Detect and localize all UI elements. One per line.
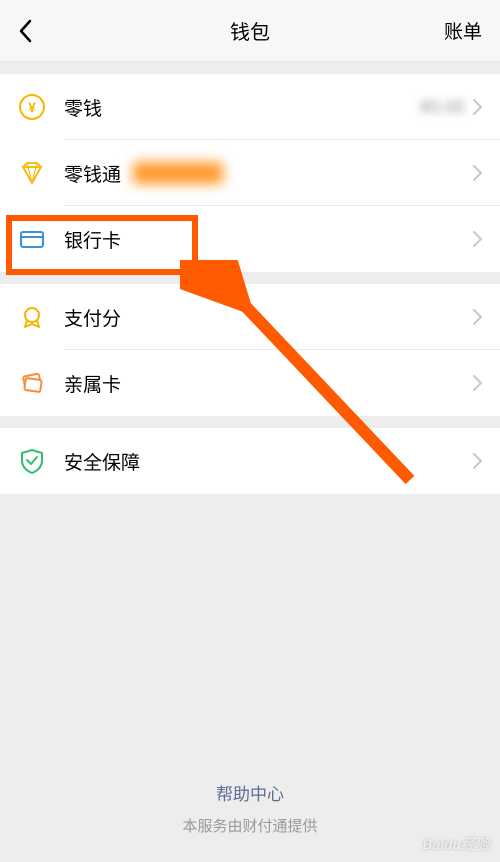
watermark: Baidu经验 <box>423 834 490 854</box>
item-label: 零钱 <box>64 94 102 121</box>
item-label: 支付分 <box>64 304 121 331</box>
item-label: 亲属卡 <box>64 370 121 397</box>
item-label: 零钱通 <box>64 160 121 187</box>
cards-icon <box>18 369 46 397</box>
section-pay: 支付分 亲属卡 <box>0 284 500 416</box>
chevron-right-icon <box>473 165 482 181</box>
item-value: ¥0.00 <box>420 97 465 118</box>
censored-value <box>133 162 223 184</box>
help-link[interactable]: 帮助中心 <box>0 780 500 805</box>
chevron-left-icon <box>18 19 32 43</box>
diamond-icon <box>18 159 46 187</box>
list-item-change[interactable]: ¥ 零钱 ¥0.00 <box>0 74 500 140</box>
list-item-change-plus[interactable]: 零钱通 <box>0 140 500 206</box>
list-item-bank-card[interactable]: 银行卡 <box>0 206 500 272</box>
footer: 帮助中心 本服务由财付通提供 <box>0 780 500 836</box>
section-wallet: ¥ 零钱 ¥0.00 零钱通 银行卡 <box>0 74 500 272</box>
list-item-family-card[interactable]: 亲属卡 <box>0 350 500 416</box>
chevron-right-icon <box>473 231 482 247</box>
shield-icon <box>18 447 46 475</box>
provider-text: 本服务由财付通提供 <box>182 818 317 835</box>
yen-circle-icon: ¥ <box>18 93 46 121</box>
chevron-right-icon <box>473 99 482 115</box>
bills-link[interactable]: 账单 <box>444 17 482 44</box>
badge-icon <box>18 303 46 331</box>
chevron-right-icon <box>473 309 482 325</box>
page-title: 钱包 <box>230 16 270 45</box>
header: 钱包 账单 <box>0 0 500 62</box>
svg-text:¥: ¥ <box>28 99 36 115</box>
chevron-right-icon <box>473 453 482 469</box>
list-item-pay-score[interactable]: 支付分 <box>0 284 500 350</box>
item-label: 银行卡 <box>64 226 121 253</box>
chevron-right-icon <box>473 375 482 391</box>
card-icon <box>18 225 46 253</box>
list-item-security[interactable]: 安全保障 <box>0 428 500 494</box>
section-security: 安全保障 <box>0 428 500 494</box>
back-button[interactable] <box>18 19 42 43</box>
item-label: 安全保障 <box>64 448 140 475</box>
